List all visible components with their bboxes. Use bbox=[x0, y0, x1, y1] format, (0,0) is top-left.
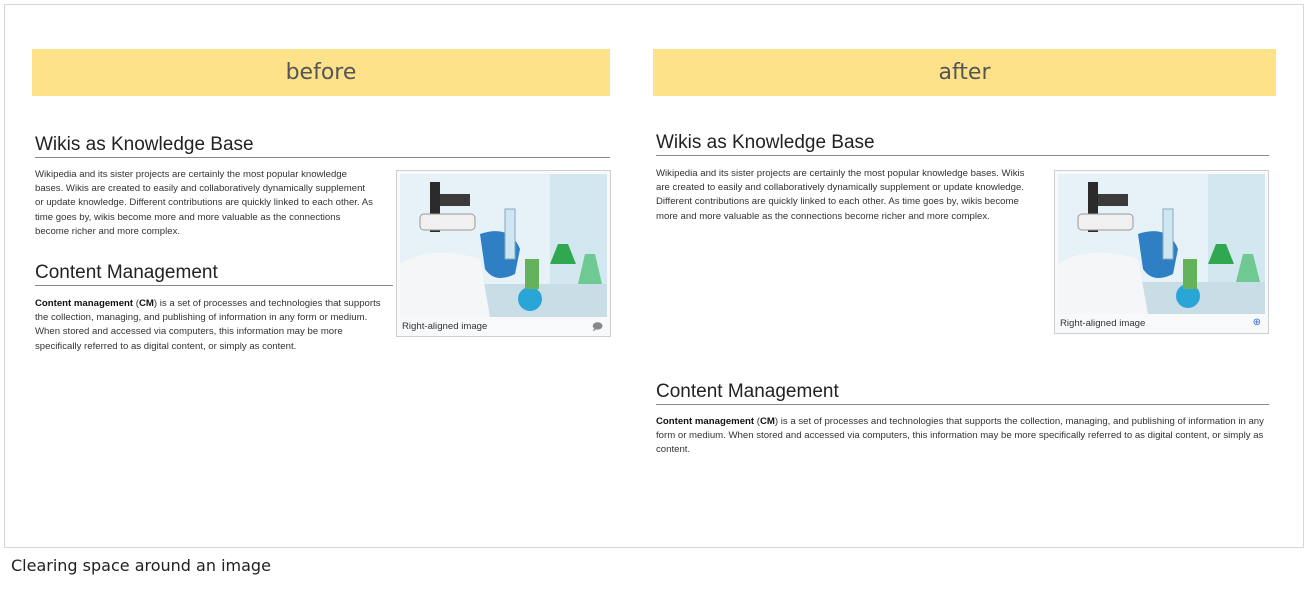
after-para-cm: Content management (CM) is a set of proc… bbox=[656, 415, 1269, 458]
magnify-icon[interactable]: ⊕ bbox=[1253, 317, 1261, 328]
after-image-caption: Right-aligned image ⊕ bbox=[1058, 314, 1265, 329]
after-panel: after Wikis as Knowledge Base Wikipedia … bbox=[653, 49, 1276, 455]
cm-abbr: CM bbox=[138, 298, 154, 309]
lab-illustration-after bbox=[1058, 174, 1265, 314]
before-para-wikis: Wikipedia and its sister projects are ce… bbox=[35, 169, 373, 237]
after-banner: after bbox=[653, 49, 1276, 96]
before-image-caption: Right-aligned image 🗩 bbox=[400, 317, 607, 333]
after-heading-wikis: Wikis as Knowledge Base bbox=[656, 132, 1269, 156]
after-heading-cm: Content Management bbox=[656, 381, 1269, 405]
figure-caption: Clearing space around an image bbox=[11, 556, 271, 575]
before-panel: before Wikis as Knowledge Base Wikipedia… bbox=[32, 49, 611, 352]
lab-illustration bbox=[400, 174, 607, 317]
after-thumbnail[interactable]: Right-aligned image ⊕ bbox=[1054, 170, 1269, 334]
cm-bold-term: Content management bbox=[35, 298, 134, 309]
before-heading-wikis: Wikis as Knowledge Base bbox=[35, 134, 610, 158]
speech-bubble-icon[interactable]: 🗩 bbox=[592, 320, 603, 337]
after-para-wikis: Wikipedia and its sister projects are ce… bbox=[656, 168, 1025, 222]
before-para-cm: Content management (CM) is a set of proc… bbox=[35, 297, 383, 354]
cm-abbr-after: CM bbox=[759, 416, 775, 427]
after-caption-text: Right-aligned image bbox=[1060, 318, 1146, 329]
cm-bold-term-after: Content management bbox=[656, 416, 755, 427]
lab-image-after[interactable] bbox=[1058, 174, 1265, 314]
lab-image[interactable] bbox=[400, 174, 607, 317]
before-thumbnail[interactable]: Right-aligned image 🗩 bbox=[396, 170, 611, 337]
before-heading-cm: Content Management bbox=[35, 262, 393, 286]
before-caption-text: Right-aligned image bbox=[402, 321, 488, 332]
before-banner: before bbox=[32, 49, 610, 96]
